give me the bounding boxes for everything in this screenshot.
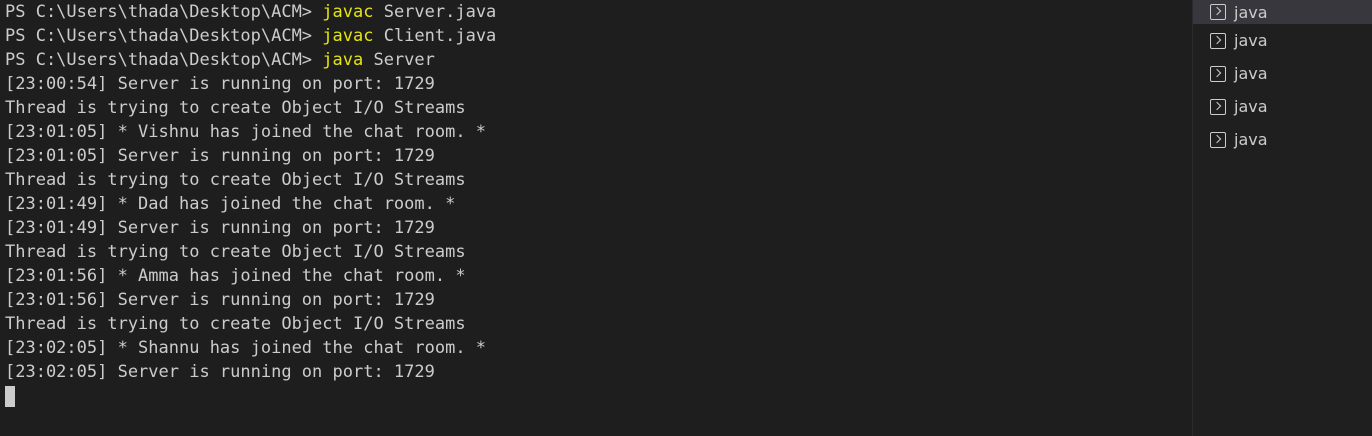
terminal-line: [23:01:05] * Vishnu has joined the chat … (5, 122, 487, 142)
terminal-line: [23:01:56] Server is running on port: 17… (5, 290, 435, 310)
terminal-tab-label: java (1234, 97, 1268, 116)
command: java (322, 50, 364, 70)
command-args: Server.java (373, 2, 497, 22)
terminal-line: Thread is trying to create Object I/O St… (5, 314, 466, 334)
terminal-line: Thread is trying to create Object I/O St… (5, 170, 466, 190)
terminal-line: [23:02:05] Server is running on port: 17… (5, 362, 435, 382)
terminal-tab[interactable]: java (1193, 24, 1372, 57)
terminal-icon (1210, 131, 1226, 148)
prompt: PS C:\Users\thada\Desktop\ACM> (5, 2, 323, 22)
terminal-line: PS C:\Users\thada\Desktop\ACM> javac Ser… (5, 0, 1192, 24)
terminal-tabs-list: java java java java java (1193, 0, 1372, 436)
terminal-icon (1210, 65, 1226, 82)
terminal-tab[interactable]: java (1193, 0, 1372, 24)
terminal-line: [23:01:56] * Amma has joined the chat ro… (5, 266, 466, 286)
terminal-line: [23:02:05] * Shannu has joined the chat … (5, 338, 487, 358)
command: javac (322, 2, 374, 22)
terminal-cursor (5, 386, 15, 407)
vscode-terminal-panel: PS C:\Users\thada\Desktop\ACM> javac Ser… (0, 0, 1372, 436)
cursor-line (5, 384, 1192, 408)
terminal-line: PS C:\Users\thada\Desktop\ACM> javac Cli… (5, 24, 1192, 48)
command-args: Server (363, 50, 435, 70)
terminal-output[interactable]: PS C:\Users\thada\Desktop\ACM> javac Ser… (0, 0, 1192, 436)
terminal-line: [23:01:49] * Dad has joined the chat roo… (5, 194, 456, 214)
terminal-icon (1210, 4, 1226, 20)
terminal-icon (1210, 32, 1226, 49)
terminal-line: [23:00:54] Server is running on port: 17… (5, 74, 435, 94)
command: javac (322, 26, 374, 46)
terminal-tab-label: java (1234, 31, 1268, 50)
terminal-tab-label: java (1234, 2, 1268, 22)
terminal-tab-label: java (1234, 130, 1268, 149)
command-args: Client.java (373, 26, 497, 46)
terminal-line: Thread is trying to create Object I/O St… (5, 242, 466, 262)
terminal-tab[interactable]: java (1193, 57, 1372, 90)
terminal-line: [23:01:49] Server is running on port: 17… (5, 218, 435, 238)
terminal-tab[interactable]: java (1193, 123, 1372, 156)
terminal-line: PS C:\Users\thada\Desktop\ACM> java Serv… (5, 48, 1192, 72)
prompt: PS C:\Users\thada\Desktop\ACM> (5, 26, 323, 46)
terminal-icon (1210, 98, 1226, 115)
prompt: PS C:\Users\thada\Desktop\ACM> (5, 50, 323, 70)
terminal-tab-label: java (1234, 64, 1268, 83)
terminal-line: [23:01:05] Server is running on port: 17… (5, 146, 435, 166)
terminal-line: Thread is trying to create Object I/O St… (5, 98, 466, 118)
terminal-tab[interactable]: java (1193, 90, 1372, 123)
